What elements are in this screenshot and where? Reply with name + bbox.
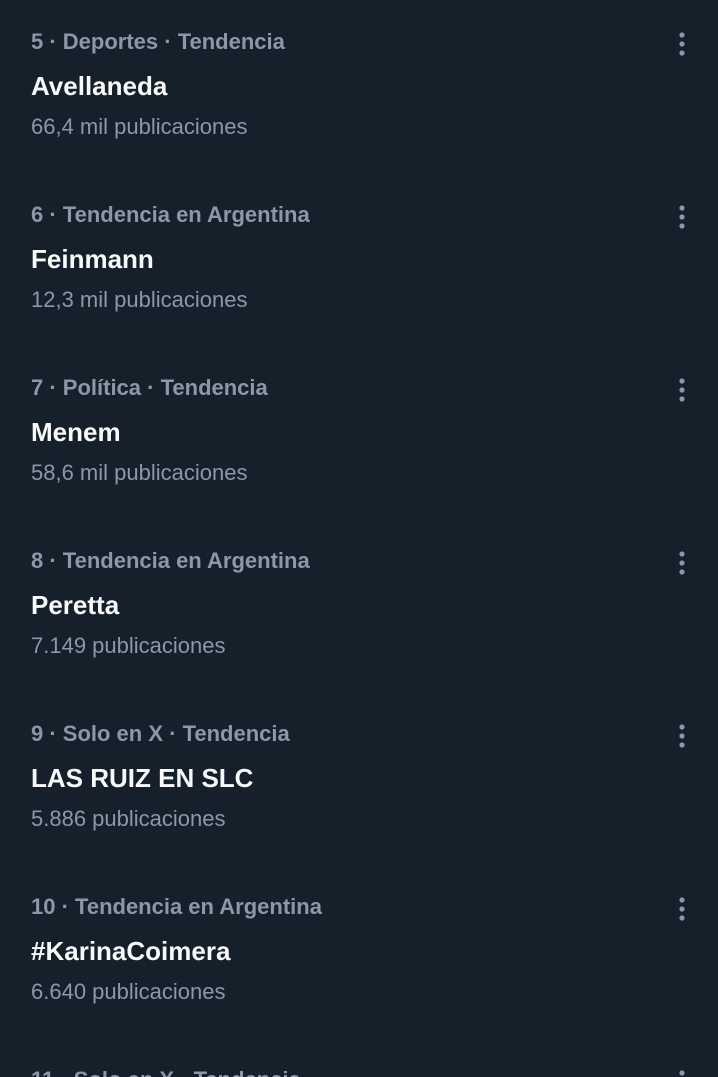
trend-item[interactable]: 9 · Solo en X · Tendencia LAS RUIZ EN SL… bbox=[0, 692, 718, 865]
trend-item[interactable]: 10 · Tendencia en Argentina #KarinaCoime… bbox=[0, 865, 718, 1038]
trend-post-count: 66,4 mil publicaciones bbox=[31, 114, 248, 139]
more-options-button[interactable] bbox=[664, 199, 700, 235]
trend-meta: 8 · Tendencia en Argentina bbox=[31, 548, 310, 573]
more-vertical-icon bbox=[679, 1070, 685, 1076]
trend-meta: 10 · Tendencia en Argentina bbox=[31, 894, 322, 919]
more-vertical-icon bbox=[679, 32, 685, 56]
trend-post-count: 12,3 mil publicaciones bbox=[31, 287, 248, 312]
trend-meta: 5 · Deportes · Tendencia bbox=[31, 29, 285, 54]
trend-post-count: 7.149 publicaciones bbox=[31, 633, 226, 658]
trend-title[interactable]: Feinmann bbox=[31, 240, 154, 278]
more-options-button[interactable] bbox=[664, 1064, 700, 1077]
more-vertical-icon bbox=[679, 724, 685, 748]
trend-meta: 6 · Tendencia en Argentina bbox=[31, 202, 310, 227]
more-options-button[interactable] bbox=[664, 545, 700, 581]
trend-item[interactable]: 6 · Tendencia en Argentina Feinmann 12,3… bbox=[0, 173, 718, 346]
more-vertical-icon bbox=[679, 897, 685, 921]
trend-meta: 9 · Solo en X · Tendencia bbox=[31, 721, 290, 746]
more-options-button[interactable] bbox=[664, 718, 700, 754]
trend-post-count: 5.886 publicaciones bbox=[31, 806, 226, 831]
more-options-button[interactable] bbox=[664, 26, 700, 62]
trend-post-count: 6.640 publicaciones bbox=[31, 979, 226, 1004]
trend-meta: 7 · Política · Tendencia bbox=[31, 375, 268, 400]
trend-meta: 11 · Solo en X · Tendencia bbox=[31, 1064, 301, 1077]
more-vertical-icon bbox=[679, 378, 685, 402]
trend-item[interactable]: 11 · Solo en X · Tendencia bbox=[0, 1038, 718, 1077]
trend-title[interactable]: Peretta bbox=[31, 586, 119, 624]
more-vertical-icon bbox=[679, 205, 685, 229]
trend-item[interactable]: 7 · Política · Tendencia Menem 58,6 mil … bbox=[0, 346, 718, 519]
trend-item[interactable]: 5 · Deportes · Tendencia Avellaneda 66,4… bbox=[0, 0, 718, 173]
more-options-button[interactable] bbox=[664, 372, 700, 408]
trend-title[interactable]: #KarinaCoimera bbox=[31, 932, 230, 970]
trend-title[interactable]: LAS RUIZ EN SLC bbox=[31, 759, 253, 797]
trends-list: 5 · Deportes · Tendencia Avellaneda 66,4… bbox=[0, 0, 718, 1077]
trend-title[interactable]: Avellaneda bbox=[31, 67, 167, 105]
more-options-button[interactable] bbox=[664, 891, 700, 927]
trend-title[interactable]: Menem bbox=[31, 413, 121, 451]
trend-post-count: 58,6 mil publicaciones bbox=[31, 460, 248, 485]
more-vertical-icon bbox=[679, 551, 685, 575]
trend-item[interactable]: 8 · Tendencia en Argentina Peretta 7.149… bbox=[0, 519, 718, 692]
